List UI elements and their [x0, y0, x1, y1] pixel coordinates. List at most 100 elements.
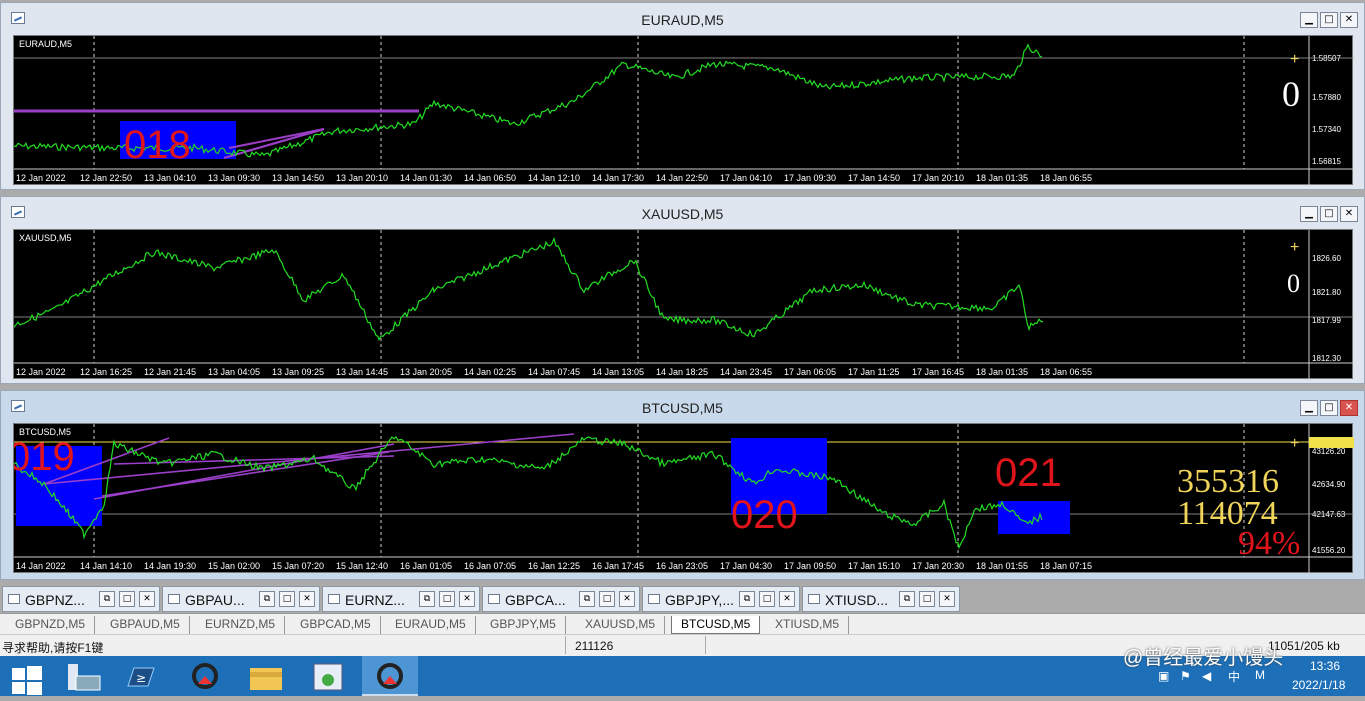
close-button[interactable]: ✕ — [619, 591, 635, 607]
maximize-button[interactable]: □ — [439, 591, 455, 607]
chart-tab[interactable]: GBPJPY,M5 — [481, 616, 566, 634]
app-button[interactable] — [300, 656, 356, 696]
titlebar[interactable]: XAUUSD,M5 ▁ □ ✕ — [1, 197, 1364, 227]
chart-window-euraud[interactable]: EURAUD,M5 ▁ □ ✕ 12 Jan 2022 12 Jan 22:50 1… — [0, 2, 1365, 190]
close-button[interactable]: ✕ — [299, 591, 315, 607]
maximize-button[interactable]: □ — [1320, 12, 1338, 28]
close-button[interactable]: ✕ — [1340, 206, 1358, 222]
xauusd-price-line — [14, 236, 1044, 342]
price-chart[interactable]: 12 Jan 2022 12 Jan 16:25 12 Jan 21:45 13 Ja… — [13, 229, 1354, 380]
restore-button[interactable]: ⧉ — [899, 591, 915, 607]
chart-tab[interactable]: GBPAUD,M5 — [101, 616, 190, 634]
minimized-chart-window[interactable]: GBPJPY,... ⧉ □ ✕ — [642, 586, 800, 612]
euraud-time-label: 17 Jan 14:50 — [848, 173, 900, 183]
restore-button[interactable]: ⧉ — [99, 591, 115, 607]
restore-button[interactable]: ⧉ — [579, 591, 595, 607]
metatrader-active-button[interactable] — [362, 656, 418, 696]
xauusd-time-label: 14 Jan 07:45 — [528, 367, 580, 377]
xauusd-time-label: 13 Jan 09:25 — [272, 367, 324, 377]
maximize-button[interactable]: □ — [919, 591, 935, 607]
price-chart[interactable]: 14 Jan 2022 14 Jan 14:10 14 Jan 19:30 15 Ja… — [13, 423, 1354, 574]
maximize-button[interactable]: □ — [1320, 400, 1338, 416]
minimize-button[interactable]: ▁ — [1300, 12, 1318, 28]
btcusd-time-label: 18 Jan 01:55 — [976, 561, 1028, 571]
powershell-button[interactable]: ≥ — [112, 656, 168, 696]
chart-tab[interactable]: GBPNZD,M5 — [6, 616, 96, 634]
minimized-chart-window[interactable]: GBPAU... ⧉ □ ✕ — [162, 586, 320, 612]
minimized-window-label: GBPCA... — [505, 592, 566, 608]
xauusd-time-label: 13 Jan 20:05 — [400, 367, 452, 377]
btcusd-annotation: 021 — [995, 451, 1062, 495]
maximize-button[interactable]: □ — [279, 591, 295, 607]
maximize-button[interactable]: □ — [759, 591, 775, 607]
maximize-button[interactable]: □ — [119, 591, 135, 607]
euraud-price-label: 1.56815 — [1312, 157, 1341, 166]
clock-time[interactable]: 13:36 — [1310, 659, 1340, 673]
minimized-chart-window[interactable]: GBPCA... ⧉ □ ✕ — [482, 586, 640, 612]
chart-icon — [8, 594, 20, 604]
xauusd-time-label: 12 Jan 21:45 — [144, 367, 196, 377]
start-button[interactable] — [0, 656, 56, 696]
minimized-window-label: GBPJPY,... — [665, 592, 734, 608]
btcusd-time-label: 16 Jan 23:05 — [656, 561, 708, 571]
maximize-button[interactable]: □ — [1320, 206, 1338, 222]
minimized-chart-window[interactable]: XTIUSD... ⧉ □ ✕ — [802, 586, 960, 612]
chart-tab[interactable]: EURNZD,M5 — [196, 616, 286, 634]
window-title: EURAUD,M5 — [641, 12, 724, 28]
minimized-chart-window[interactable]: GBPNZ... ⧉ □ ✕ — [2, 586, 160, 612]
folder-icon — [250, 668, 282, 690]
symbol-label: BTCUSD,M5 — [19, 427, 72, 437]
chart-window-btcusd[interactable]: BTCUSD,M5 ▁ □ ✕ 14 Jan 2022 14 Jan 14:10 1… — [0, 390, 1365, 580]
btcusd-annotation: 020 — [731, 493, 798, 537]
btcusd-time-label: 17 Jan 04:30 — [720, 561, 772, 571]
close-button[interactable]: ✕ — [779, 591, 795, 607]
close-button[interactable]: ✕ — [139, 591, 155, 607]
chart-canvas[interactable]: 12 Jan 2022 12 Jan 16:25 12 Jan 21:45 13 Ja… — [14, 230, 1354, 380]
xauusd-time-label: 14 Jan 13:05 — [592, 367, 644, 377]
chart-canvas[interactable]: 14 Jan 2022 14 Jan 14:10 14 Jan 19:30 15 Ja… — [14, 424, 1354, 574]
keyboard-indicator[interactable]: M — [1255, 668, 1265, 682]
ime-indicator[interactable]: 中 — [1228, 668, 1240, 685]
btcusd-crosshair: + — [1290, 435, 1299, 452]
xauusd-time-label: 14 Jan 23:45 — [720, 367, 772, 377]
titlebar[interactable]: EURAUD,M5 ▁ □ ✕ — [1, 3, 1364, 33]
close-button[interactable]: ✕ — [1340, 400, 1358, 416]
status-divider — [565, 636, 566, 654]
chart-canvas[interactable]: 12 Jan 2022 12 Jan 22:50 13 Jan 04:10 13 Ja… — [14, 36, 1354, 186]
network-icon[interactable]: ▣ — [1158, 669, 1169, 683]
restore-button[interactable]: ⧉ — [739, 591, 755, 607]
minimize-button[interactable]: ▁ — [1300, 206, 1318, 222]
close-button[interactable]: ✕ — [459, 591, 475, 607]
xauusd-time-label: 18 Jan 06:55 — [1040, 367, 1092, 377]
symbol-label: XAUUSD,M5 — [19, 233, 72, 243]
volume-icon[interactable]: ◀ — [1202, 669, 1211, 683]
file-explorer-button[interactable] — [238, 656, 294, 696]
euraud-time-label: 13 Jan 14:50 — [272, 173, 324, 183]
flag-icon[interactable]: ⚑ — [1180, 669, 1191, 683]
maximize-button[interactable]: □ — [599, 591, 615, 607]
euraud-time-label: 14 Jan 17:30 — [592, 173, 644, 183]
chart-tab[interactable]: BTCUSD,M5 — [671, 616, 761, 634]
server-manager-button[interactable] — [56, 656, 112, 696]
euraud-time-label: 14 Jan 01:30 — [400, 173, 452, 183]
minimize-button[interactable]: ▁ — [1300, 400, 1318, 416]
chart-tab[interactable]: GBPCAD,M5 — [291, 616, 381, 634]
euraud-price-label: 1.58507 — [1312, 54, 1341, 63]
close-button[interactable]: ✕ — [1340, 12, 1358, 28]
chart-window-xauusd[interactable]: XAUUSD,M5 ▁ □ ✕ 12 Jan 2022 12 Jan 16:25 1… — [0, 196, 1365, 384]
titlebar[interactable]: BTCUSD,M5 ▁ □ ✕ — [1, 391, 1364, 421]
xauusd-time-label: 17 Jan 11:25 — [848, 367, 899, 377]
minimized-chart-window[interactable]: EURNZ... ⧉ □ ✕ — [322, 586, 480, 612]
restore-button[interactable]: ⧉ — [419, 591, 435, 607]
powershell-icon: ≥ — [127, 667, 155, 687]
clock-date[interactable]: 2022/1/18 — [1292, 678, 1345, 692]
metatrader-button[interactable] — [168, 656, 224, 696]
chart-tab[interactable]: EURAUD,M5 — [386, 616, 476, 634]
watermark: @曾经最爱小馒头 — [1123, 647, 1284, 669]
price-chart[interactable]: 12 Jan 2022 12 Jan 22:50 13 Jan 04:10 13 Ja… — [13, 35, 1354, 186]
chart-tab[interactable]: XTIUSD,M5 — [766, 616, 850, 634]
restore-button[interactable]: ⧉ — [259, 591, 275, 607]
close-button[interactable]: ✕ — [939, 591, 955, 607]
xauusd-time-label: 14 Jan 18:25 — [656, 367, 708, 377]
chart-tab[interactable]: XAUUSD,M5 — [576, 616, 666, 634]
